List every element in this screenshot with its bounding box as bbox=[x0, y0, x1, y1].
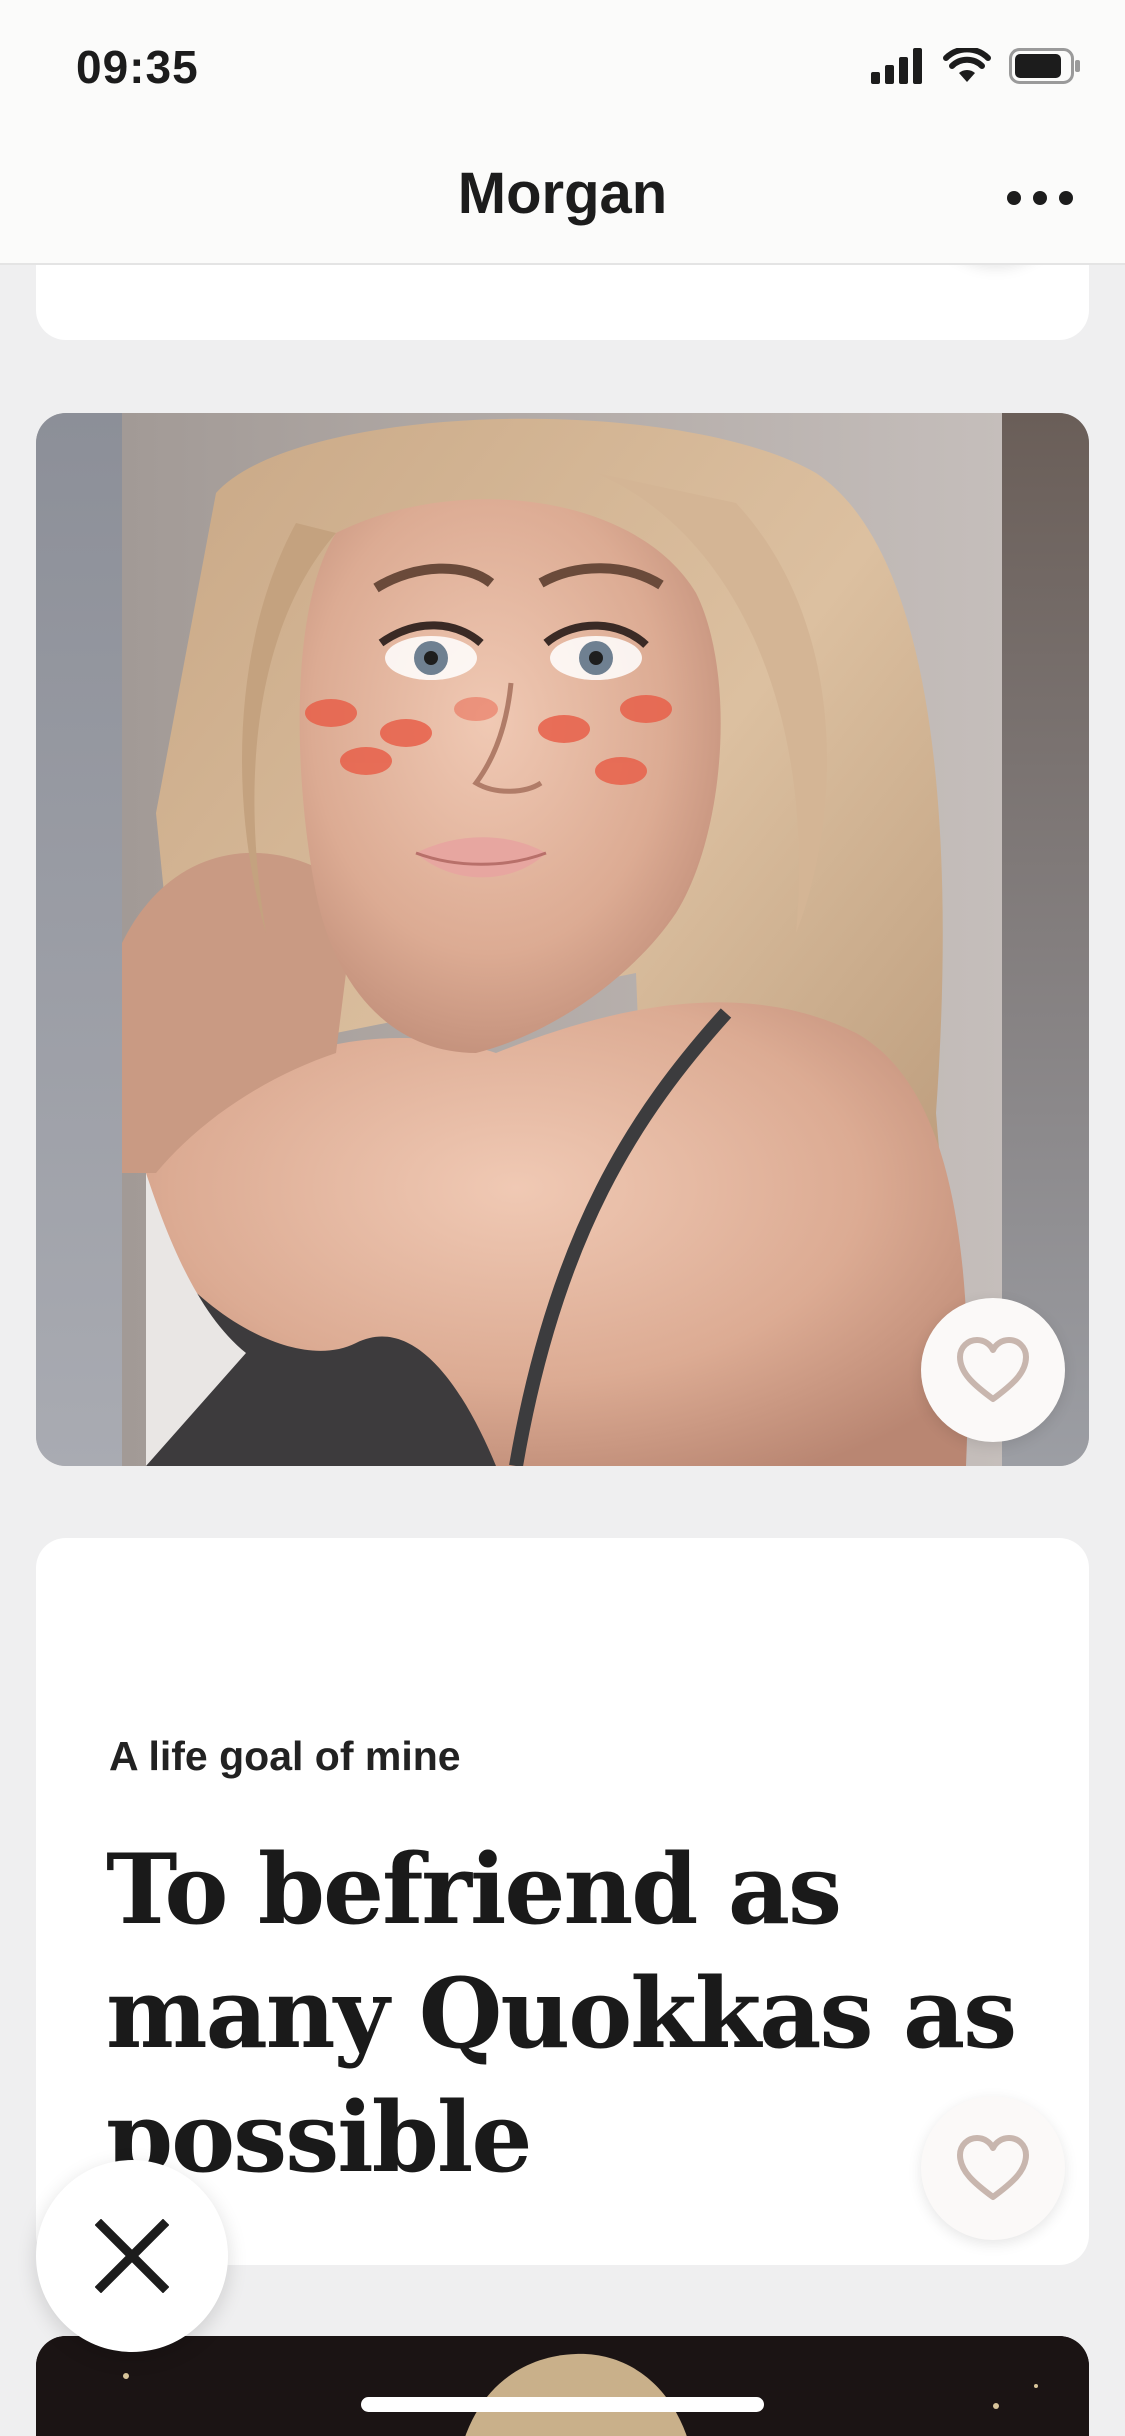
more-horizontal-icon bbox=[1007, 191, 1021, 205]
close-x-icon bbox=[95, 2219, 169, 2293]
like-prompt-button[interactable] bbox=[921, 2096, 1065, 2240]
wifi-icon bbox=[943, 45, 991, 89]
next-profile-photo bbox=[36, 2336, 1089, 2436]
next-photo-card[interactable] bbox=[36, 2336, 1089, 2436]
more-dot bbox=[1059, 191, 1073, 205]
dismiss-profile-button[interactable] bbox=[36, 2160, 228, 2352]
heart-outline-icon bbox=[957, 2135, 1029, 2200]
profile-name-title: Morgan bbox=[457, 161, 668, 226]
battery-icon bbox=[1009, 47, 1081, 89]
like-photo-button[interactable] bbox=[921, 1298, 1065, 1442]
prompt-question: A life goal of mine bbox=[109, 1733, 461, 1779]
prompt-card[interactable]: A life goal of mine To befriend as many … bbox=[36, 1538, 1089, 2265]
top-bar: 09:35 Morgan bbox=[0, 0, 1125, 265]
more-options-button[interactable] bbox=[1007, 180, 1073, 216]
profile-photo bbox=[36, 413, 1089, 1466]
prompt-answer: To befriend as many Quokkas as possible bbox=[106, 1833, 1017, 2194]
heart-outline-icon bbox=[957, 1337, 1029, 1402]
status-time: 09:35 bbox=[76, 41, 199, 93]
status-icons bbox=[871, 45, 1081, 90]
more-dot bbox=[1033, 191, 1047, 205]
profile-photo-card[interactable] bbox=[36, 413, 1089, 1466]
cellular-signal-icon bbox=[871, 47, 925, 89]
home-indicator[interactable] bbox=[361, 2397, 764, 2412]
